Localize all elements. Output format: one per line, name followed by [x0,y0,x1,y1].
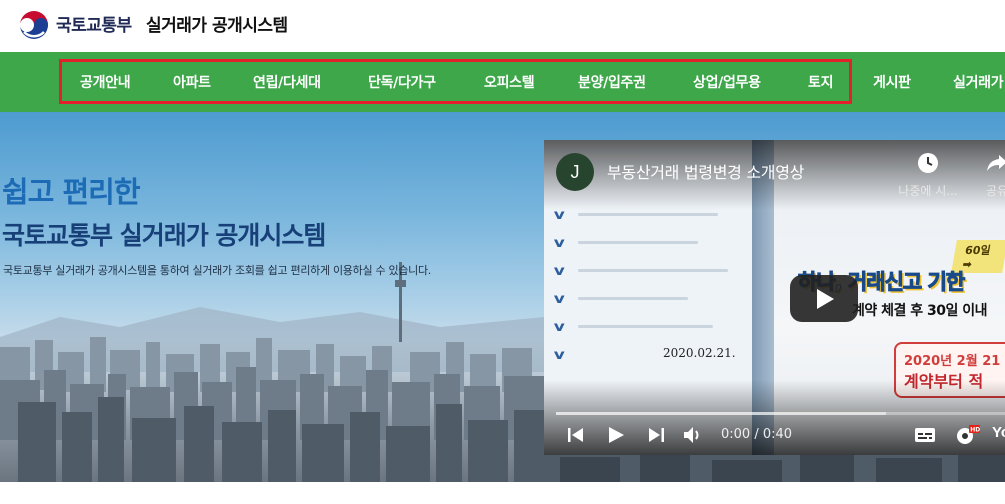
svg-text:HD: HD [970,427,980,434]
text-line [578,297,688,300]
chevron-down-icon: v [553,236,565,251]
play-icon[interactable] [790,275,858,322]
nav-item-land[interactable]: 토지 [808,72,833,92]
government-emblem-logo[interactable] [18,9,50,41]
text-line [578,269,728,272]
time-display: 0:00 / 0:40 [721,427,793,442]
nav-item-rowhouse[interactable]: 연립/다세대 [253,72,321,92]
hero-description: 국토교통부 실거래가 공개시스템을 통하여 실거래가 조회를 쉽고 편리하게 이… [3,264,431,277]
clock-icon [918,153,938,173]
hero-title: 국토교통부 실거래가 공개시스템 [2,221,326,250]
video-date: 2020.02.21. [663,346,736,360]
subtitles-icon[interactable] [914,424,936,446]
notice-line-1: 2020년 2월 21 [904,354,1001,369]
main-navigation: 공개안내 아파트 연립/다세대 단독/다가구 오피스텔 분양/입주권 상업/업무… [0,52,1005,112]
chevron-down-icon: v [553,320,565,335]
nav-item-board[interactable]: 게시판 [873,72,911,92]
nav-item-apartment[interactable]: 아파트 [173,72,211,92]
text-line [578,213,718,216]
hero-subtitle: 쉽고 편리한 [2,175,140,209]
share-icon [987,155,1005,171]
nav-item-real-price[interactable]: 실거래가 [953,72,1004,92]
nav-item-detached-house[interactable]: 단독/다가구 [368,72,436,92]
nav-item-public-info[interactable]: 공개안내 [80,72,131,92]
skip-next-icon[interactable] [646,424,666,446]
volume-icon[interactable] [682,424,704,446]
video-player[interactable]: v v v v v v 2020.02.21. 60일 ➡ 하나, 거래신고 기… [544,140,1005,455]
chevron-down-icon: v [553,348,565,363]
nav-item-presale[interactable]: 분양/입주권 [578,72,646,92]
system-title[interactable]: 실거래가 공개시스템 [146,11,288,36]
video-subline: 계약 체결 후 30일 이내 [852,303,988,319]
share-label: 공유 [985,184,1005,198]
nav-item-commercial[interactable]: 상업/업무용 [693,72,761,92]
channel-avatar[interactable]: J [556,153,594,191]
text-line [578,325,713,328]
video-title[interactable]: 부동산거래 법령변경 소개영상 [607,159,804,183]
play-icon[interactable] [606,424,626,446]
settings-icon[interactable]: HD [954,424,980,446]
ministry-name[interactable]: 국토교통부 [56,11,132,36]
skip-previous-icon[interactable] [566,424,586,446]
watch-later-button[interactable]: 나중에 시... [888,152,968,199]
nav-item-officetel[interactable]: 오피스텔 [484,72,535,92]
chevron-down-icon: v [553,208,565,223]
chevron-down-icon: v [553,292,565,307]
share-button[interactable]: 공유 [972,152,1005,199]
text-line [578,241,698,244]
progress-buffer [556,412,886,415]
chevron-down-icon: v [553,264,565,279]
site-header: 국토교통부 실거래가 공개시스템 [0,0,1005,52]
youtube-logo[interactable]: Yo [992,424,1005,441]
watch-later-label: 나중에 시... [898,184,958,198]
